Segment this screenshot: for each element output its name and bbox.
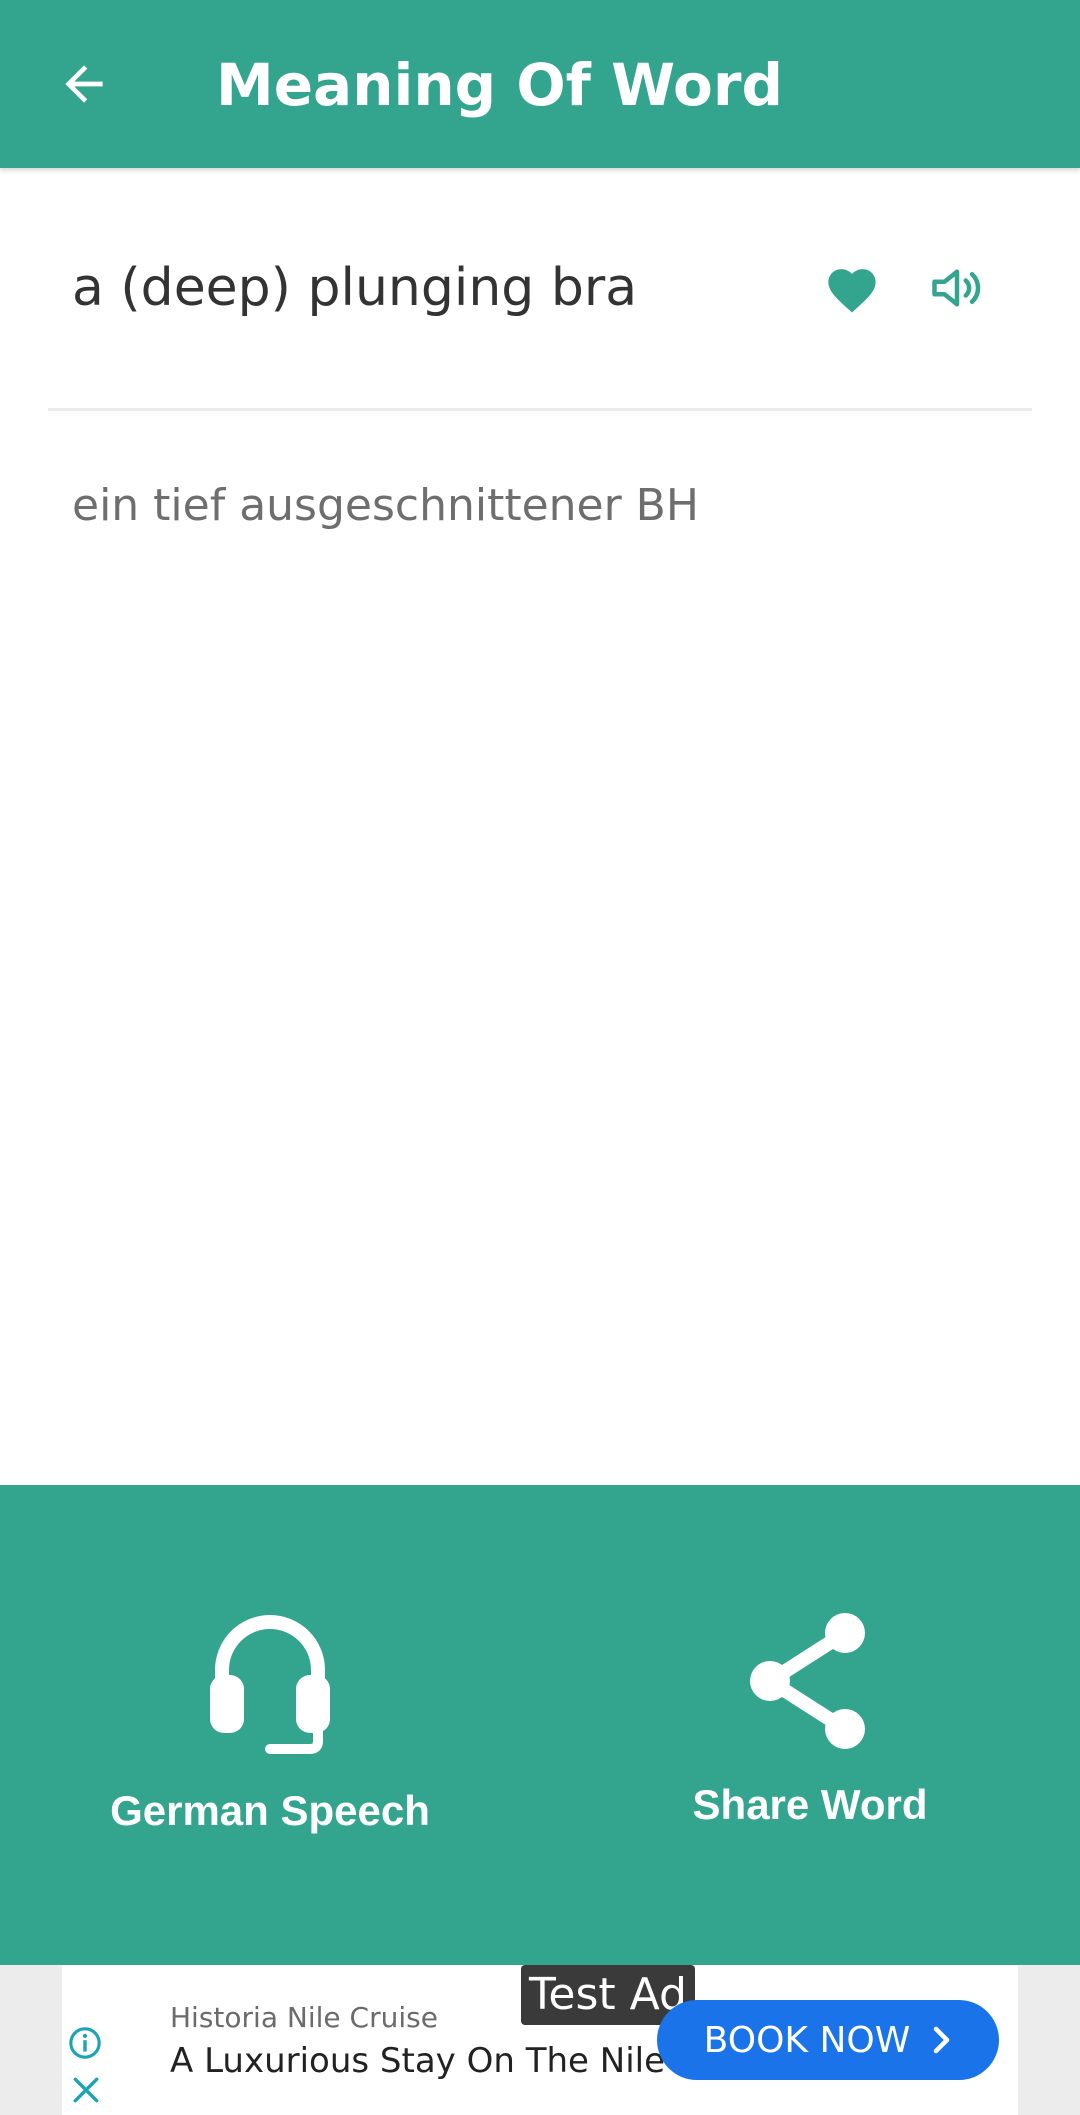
share-icon	[750, 1613, 865, 1749]
speaker-icon	[932, 269, 981, 307]
speak-button[interactable]	[921, 252, 993, 324]
german-speech-button[interactable]: German Speech	[0, 1485, 540, 1965]
close-icon[interactable]	[70, 2074, 102, 2106]
back-button[interactable]	[48, 48, 120, 120]
german-speech-label: German Speech	[110, 1787, 430, 1834]
book-now-button[interactable]: BOOK NOW	[657, 2000, 999, 2080]
action-panel: German Speech Share Word	[0, 1485, 1080, 1965]
share-word-label: Share Word	[692, 1781, 928, 1828]
book-now-label: BOOK NOW	[703, 2019, 911, 2061]
heart-icon	[828, 269, 876, 313]
translation-text: ein tief ausgeschnittener BH	[72, 480, 699, 531]
page-title: Meaning Of Word	[216, 51, 783, 119]
favorite-button[interactable]	[816, 252, 888, 324]
info-icon[interactable]	[68, 2026, 102, 2060]
ad-headline: A Luxurious Stay On The Nile	[170, 2041, 666, 2081]
word-text: a (deep) plunging bra	[72, 258, 638, 318]
chevron-right-icon	[934, 2026, 950, 2054]
ad-advertiser: Historia Nile Cruise	[170, 2001, 438, 2034]
arrow-left-icon	[65, 65, 103, 103]
share-word-button[interactable]: Share Word	[540, 1485, 1080, 1965]
divider	[48, 408, 1032, 411]
app-bar: Meaning Of Word	[0, 0, 1080, 168]
word-header: a (deep) plunging bra	[0, 168, 1080, 408]
headset-icon	[210, 1615, 330, 1754]
